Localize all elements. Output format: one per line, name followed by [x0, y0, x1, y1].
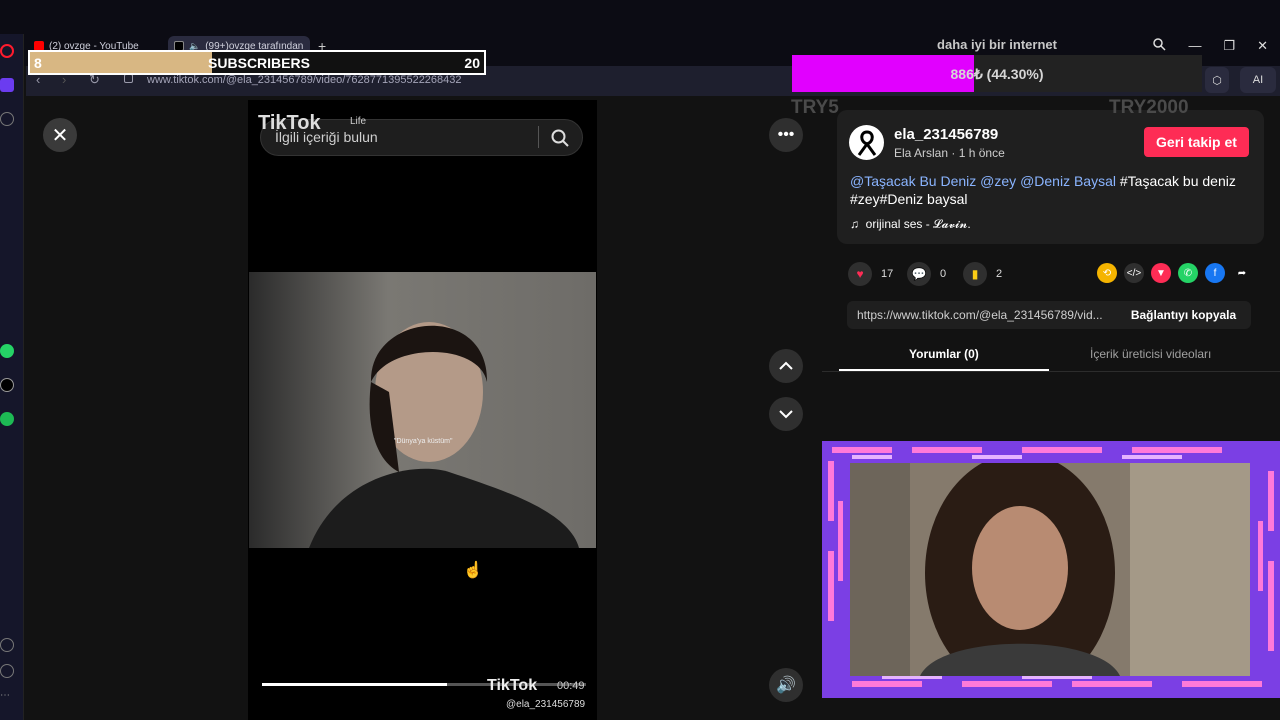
- watermark-logo: TikTok: [487, 677, 538, 694]
- volume-icon: 🔊: [776, 677, 796, 694]
- post-caption: @Taşacak Bu Deniz @zey @Deniz Baysal #Ta…: [850, 172, 1250, 208]
- subscribers-label: SUBSCRIBERS: [208, 55, 310, 71]
- minimize-icon[interactable]: —: [1188, 38, 1201, 54]
- post-meta: Ela Arslan · 1 h önce: [894, 146, 1005, 160]
- donation-progress-text: 886₺ (44.30%): [950, 66, 1044, 82]
- previous-video-button[interactable]: [769, 349, 803, 383]
- watermark-user: @ela_231456789: [506, 699, 586, 710]
- comment-action[interactable]: 💬 0: [907, 262, 946, 286]
- webcam-video: [850, 463, 1250, 676]
- history-icon[interactable]: [0, 664, 14, 678]
- search-icon[interactable]: [551, 129, 569, 147]
- browser-sidebar: ⋯: [0, 34, 24, 720]
- comment-count: 0: [940, 268, 947, 280]
- ribbon-icon: [857, 129, 876, 156]
- video-frame-image: [249, 272, 596, 548]
- mouse-cursor: ☝: [463, 562, 483, 579]
- music-label: orijinal ses - 𝓛𝓪𝓿𝓲𝓷.: [865, 217, 971, 231]
- video-frame: "Dünya'ya küstüm": [249, 272, 596, 548]
- chevron-down-icon: [779, 410, 793, 419]
- heart-icon[interactable]: [0, 638, 14, 652]
- facebook-share-icon[interactable]: f: [1205, 263, 1225, 283]
- more-options-button[interactable]: •••: [769, 118, 803, 152]
- share-arrow-icon[interactable]: ➦: [1232, 263, 1252, 283]
- caption-line2: #zey#Deniz baysal: [850, 191, 968, 207]
- ai-label: AI: [1252, 74, 1264, 86]
- top-heading: daha iyi bir internet: [937, 37, 1057, 52]
- tiktok-logo: TikTok: [258, 112, 321, 134]
- save-action[interactable]: ▮ 2: [963, 262, 1002, 286]
- time-ago: 1 h önce: [958, 146, 1005, 160]
- subscribers-goal-bar: 8 SUBSCRIBERS 20: [28, 50, 486, 75]
- video-progress-fill: [262, 683, 447, 686]
- screen: (2) ovzge - YouTube 🔈 (99+)ovzge tarafın…: [0, 0, 1280, 720]
- watermark-time: 00:49: [557, 680, 585, 692]
- follow-back-button[interactable]: Geri takip et: [1144, 127, 1249, 157]
- caption-mention[interactable]: @zey: [980, 173, 1016, 189]
- search-divider: [538, 126, 539, 148]
- tab-divider: [822, 371, 1280, 372]
- close-video-button[interactable]: ✕: [43, 118, 77, 152]
- subscribers-goal: 20: [464, 55, 480, 71]
- caption-mention[interactable]: @Taşacak Bu Deniz: [850, 173, 976, 189]
- lock-icon: [124, 74, 133, 83]
- comment-icon: 💬: [907, 262, 931, 286]
- music-note-icon: ♫: [850, 217, 859, 231]
- display-name: Ela Arslan: [894, 146, 949, 160]
- active-tab-underline: [839, 369, 1049, 371]
- heart-icon: ♥: [848, 262, 872, 286]
- next-video-button[interactable]: [769, 397, 803, 431]
- spotify-icon[interactable]: [0, 412, 14, 426]
- chevron-up-icon: [779, 361, 793, 370]
- donation-goal-min: TRY5: [791, 97, 839, 118]
- tiktok-logo-suffix: Life: [350, 116, 367, 127]
- caption-mention[interactable]: @Deniz Baysal: [1020, 173, 1116, 189]
- embed-icon[interactable]: </>: [1124, 263, 1144, 283]
- star-icon[interactable]: [0, 112, 14, 126]
- send-icon[interactable]: ▼: [1151, 263, 1171, 283]
- copy-link-button[interactable]: Bağlantıyı kopyala: [1116, 301, 1251, 329]
- frame-caption: "Dünya'ya küstüm": [394, 438, 453, 445]
- music-info[interactable]: ♫ orijinal ses - 𝓛𝓪𝓿𝓲𝓷.: [850, 217, 971, 232]
- maximize-icon[interactable]: ❐: [1223, 38, 1235, 54]
- ellipsis-icon: •••: [777, 126, 795, 143]
- repost-icon[interactable]: ⟲: [1097, 263, 1117, 283]
- like-action[interactable]: ♥ 17: [848, 262, 893, 286]
- home-icon[interactable]: [0, 78, 14, 92]
- window-controls: — ❐ ✕: [1153, 38, 1268, 54]
- post-username[interactable]: ela_231456789: [894, 126, 998, 143]
- like-count: 17: [881, 268, 894, 280]
- whatsapp-share-icon[interactable]: ✆: [1178, 263, 1198, 283]
- donation-goal-max: TRY2000: [1109, 97, 1189, 118]
- tab-comments[interactable]: Yorumlar (0): [909, 347, 979, 361]
- bookmark-icon: ▮: [963, 262, 987, 286]
- whatsapp-icon[interactable]: [0, 344, 14, 358]
- more-icon[interactable]: ⋯: [0, 690, 14, 704]
- opera-icon[interactable]: [0, 44, 14, 58]
- webcam-overlay: [822, 441, 1280, 698]
- url-text[interactable]: www.tiktok.com/@ela_231456789/video/7628…: [147, 74, 462, 86]
- webcam-image: [850, 463, 1250, 676]
- save-count: 2: [996, 268, 1003, 280]
- ai-button[interactable]: AI: [1240, 67, 1276, 93]
- volume-button[interactable]: 🔊: [769, 668, 803, 702]
- video-link[interactable]: https://www.tiktok.com/@ela_231456789/vi…: [857, 308, 1103, 322]
- tab-creator-videos[interactable]: İçerik üreticisi videoları: [1090, 347, 1211, 361]
- close-window-icon[interactable]: ✕: [1257, 38, 1268, 54]
- close-icon: ✕: [51, 124, 69, 147]
- extension-icon[interactable]: ⬡: [1205, 67, 1229, 93]
- caption-tags: #Taşacak bu deniz: [1119, 173, 1236, 189]
- donation-goal-bar: 886₺ (44.30%): [792, 55, 1202, 92]
- search-tabs-icon[interactable]: [1153, 38, 1166, 54]
- x-icon[interactable]: [0, 378, 14, 392]
- avatar[interactable]: [849, 125, 884, 160]
